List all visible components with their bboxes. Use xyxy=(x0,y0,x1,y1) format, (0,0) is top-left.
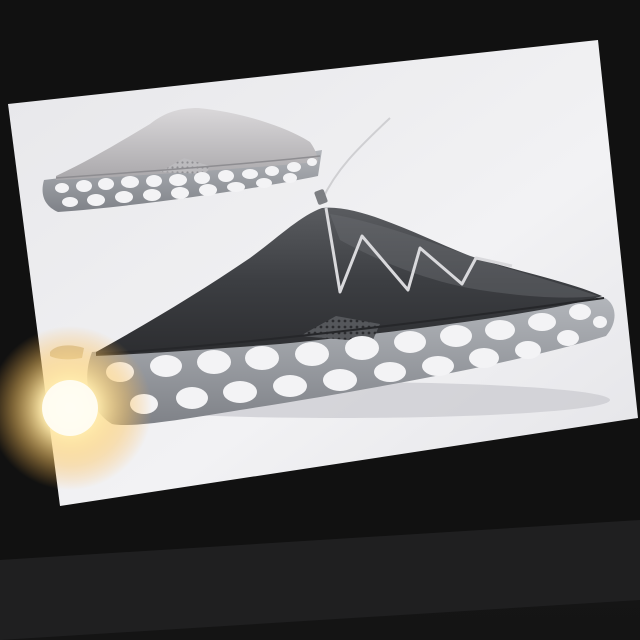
light-glare-core xyxy=(42,380,98,436)
tablet-scene xyxy=(0,0,640,640)
